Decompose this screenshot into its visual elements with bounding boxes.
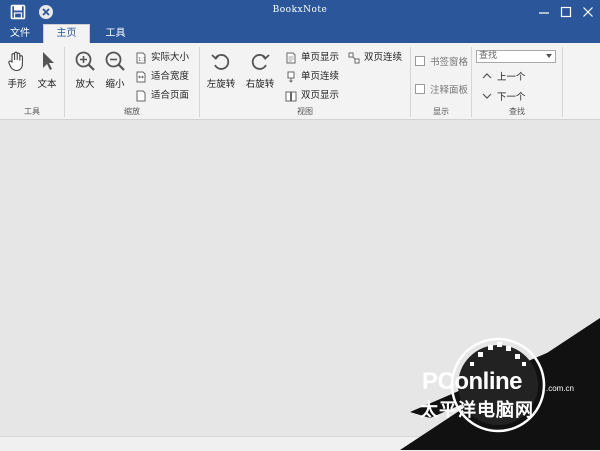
hand-icon [8, 51, 23, 72]
bookmark-pane-label: 书签窗格 [430, 57, 469, 68]
double-page-button[interactable]: 双页显示 [285, 88, 339, 104]
svg-text:1:1: 1:1 [138, 57, 146, 63]
group-view-label: 视图 [297, 107, 313, 116]
rotate-left-icon [211, 54, 230, 70]
double-continuous-label: 双页连续 [364, 52, 403, 63]
double-page-label: 双页显示 [301, 90, 340, 101]
chevron-down-icon [482, 93, 492, 99]
rotate-right-icon [251, 54, 270, 70]
divider [562, 47, 563, 117]
maximize-icon[interactable] [556, 2, 576, 22]
annotation-panel-checkbox[interactable]: 注释面板 [415, 82, 468, 96]
status-bar [0, 436, 600, 451]
group-find-label: 查找 [509, 107, 525, 116]
dropdown-arrow-icon [546, 54, 552, 58]
fit-width-label: 适合宽度 [151, 71, 190, 82]
tab-home[interactable]: 主页 [43, 24, 90, 43]
actual-size-label: 实际大小 [151, 52, 190, 63]
group-tools-label: 工具 [24, 107, 40, 116]
group-tools: 手形 文本 工具 [0, 43, 64, 119]
close-window-icon[interactable] [578, 2, 598, 22]
single-page-icon [286, 52, 296, 64]
fit-page-label: 适合页面 [151, 90, 190, 101]
fit-page-icon [136, 90, 146, 102]
hand-tool-label: 手形 [7, 79, 27, 90]
single-page-label: 单页显示 [301, 52, 340, 63]
title-bar: BookxNote [0, 0, 600, 24]
double-continuous-icon [348, 52, 360, 64]
fit-width-button[interactable]: 适合宽度 [135, 69, 189, 85]
chevron-up-icon [482, 73, 492, 79]
actual-size-button[interactable]: 1:1 实际大小 [135, 50, 189, 66]
group-display-label: 显示 [433, 107, 449, 116]
single-continuous-label: 单页连续 [301, 71, 340, 82]
zoom-in-label: 放大 [75, 79, 95, 90]
tab-file[interactable]: 文件 [0, 24, 40, 43]
rotate-left-label: 左旋转 [206, 79, 236, 90]
fit-page-button[interactable]: 适合页面 [135, 88, 189, 104]
double-continuous-button[interactable]: 双页连续 [348, 50, 402, 66]
single-continuous-icon [287, 71, 295, 83]
zoom-in-icon [75, 51, 95, 71]
text-tool-label: 文本 [37, 79, 57, 90]
zoom-out-label: 缩小 [105, 79, 125, 90]
hand-tool-button[interactable]: 手形 [2, 47, 32, 93]
find-next-button[interactable]: 下一个 [482, 89, 526, 103]
watermark-chinese: 太平洋电脑网 [420, 400, 534, 421]
zoom-out-button[interactable]: 缩小 [100, 47, 130, 93]
group-display: 书签窗格 注释面板 显示 [411, 43, 471, 119]
checkbox-box [415, 84, 425, 94]
zoom-in-button[interactable]: 放大 [70, 47, 100, 93]
rotate-right-button[interactable]: 右旋转 [245, 47, 275, 93]
watermark-domain: .com.cn [546, 384, 575, 393]
zoom-out-icon [105, 51, 125, 71]
watermark-brand: PConline [422, 368, 523, 395]
group-zoom-label: 缩放 [124, 107, 140, 116]
group-zoom: 放大 缩小 1:1 实际大小 适合宽度 适合页面 缩放 [65, 43, 199, 119]
window-title: BookxNote [272, 5, 328, 15]
find-next-label: 下一个 [497, 92, 526, 103]
minimize-icon[interactable] [534, 2, 554, 22]
single-page-button[interactable]: 单页显示 [285, 50, 339, 66]
cursor-arrow-icon [43, 52, 54, 70]
bookmark-pane-checkbox[interactable]: 书签窗格 [415, 54, 468, 68]
find-previous-label: 上一个 [497, 72, 526, 83]
actual-size-icon: 1:1 [136, 52, 146, 64]
tab-tools[interactable]: 工具 [93, 24, 138, 43]
search-dropdown[interactable]: 查找 [476, 50, 556, 63]
text-tool-button[interactable]: 文本 [32, 47, 62, 93]
rotate-left-button[interactable]: 左旋转 [206, 47, 236, 93]
checkbox-box [415, 56, 425, 66]
fit-width-icon [136, 71, 146, 83]
group-view: 左旋转 右旋转 单页显示 单页连续 双页显示 双页连续 视图 [200, 43, 410, 119]
annotation-panel-label: 注释面板 [430, 85, 469, 96]
rotate-right-label: 右旋转 [245, 79, 275, 90]
find-previous-button[interactable]: 上一个 [482, 69, 526, 83]
tab-bar: 文件 主页 工具 [0, 24, 600, 43]
search-dropdown-value: 查找 [479, 51, 498, 61]
double-page-icon [285, 91, 297, 102]
single-continuous-button[interactable]: 单页连续 [285, 69, 339, 85]
